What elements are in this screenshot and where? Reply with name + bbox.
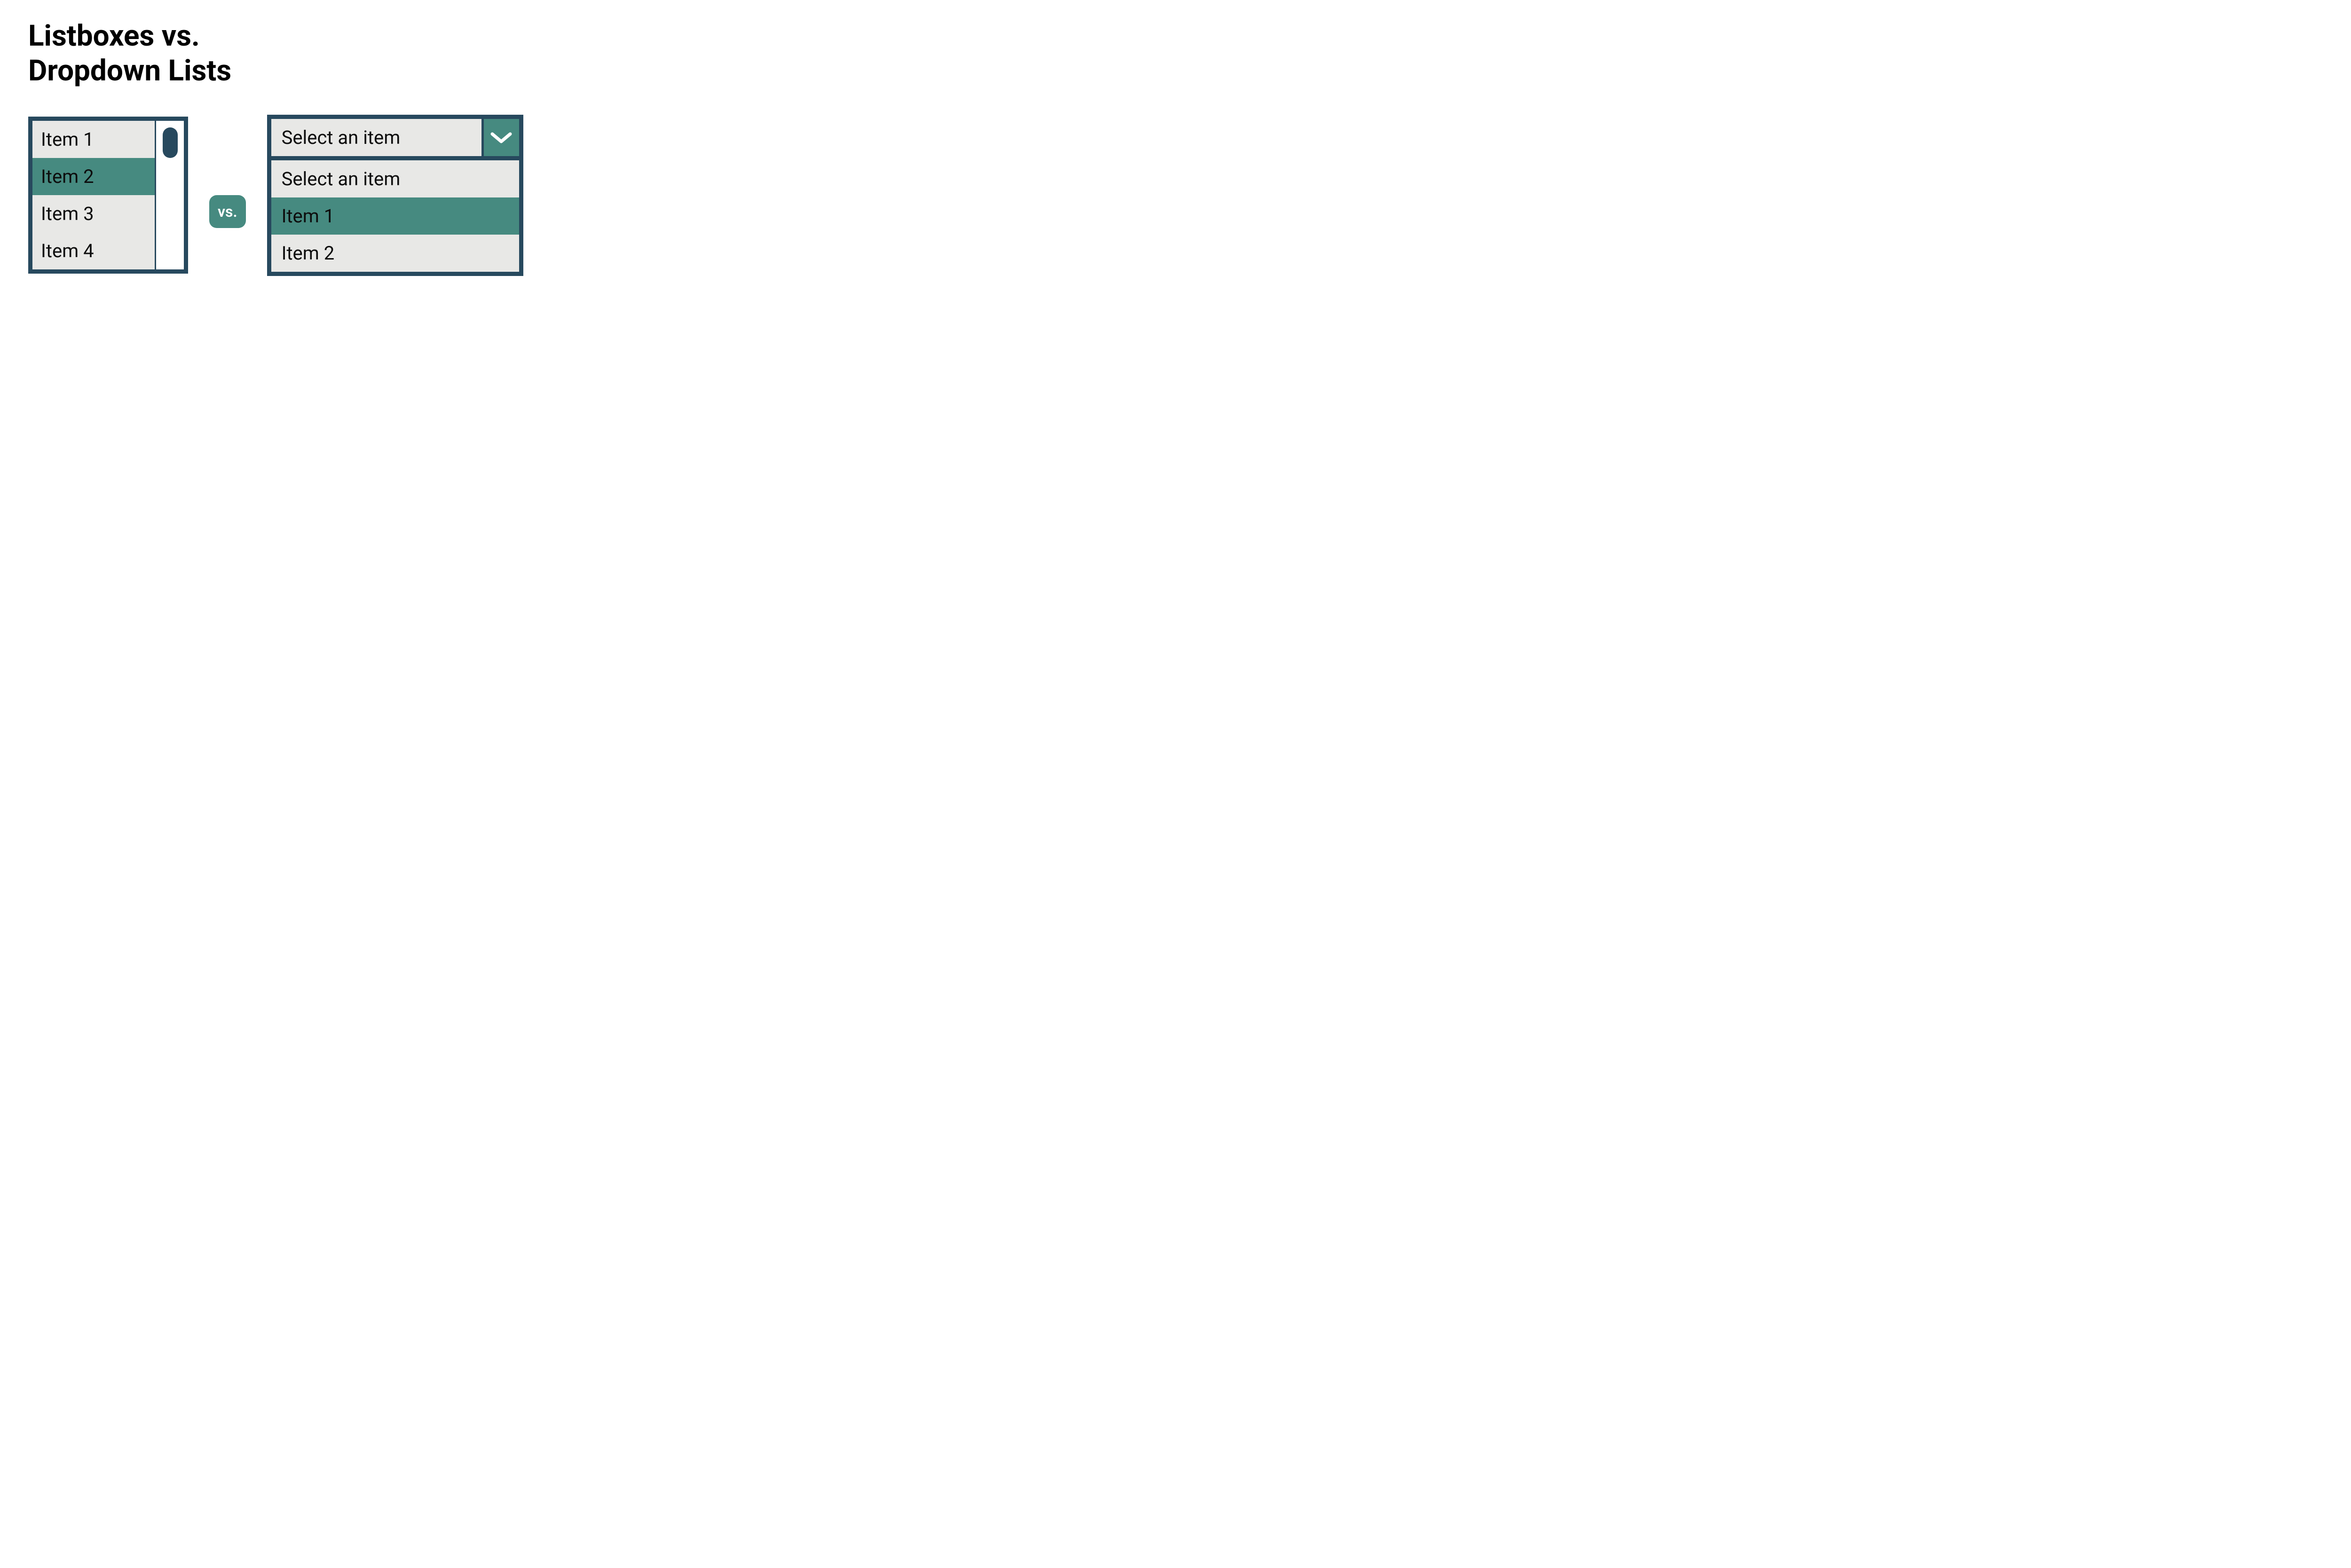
dropdown-option[interactable]: Item 2	[271, 235, 519, 272]
listbox-item[interactable]: Item 1	[32, 121, 155, 158]
dropdown-toggle-button[interactable]	[481, 119, 519, 156]
comparison-row: Item 1 Item 2 Item 3 Item 4 vs. Select a…	[28, 115, 677, 276]
scrollbar-track[interactable]	[155, 121, 184, 269]
title-line-1: Listboxes vs.	[28, 19, 200, 53]
dropdown-placeholder: Select an item	[271, 119, 481, 156]
dropdown: Select an item Select an item Item 1 Ite…	[267, 115, 523, 276]
dropdown-option[interactable]: Item 1	[271, 197, 519, 235]
title-line-2: Dropdown Lists	[28, 54, 231, 88]
listbox-items-container: Item 1 Item 2 Item 3 Item 4	[32, 121, 155, 269]
dropdown-header[interactable]: Select an item	[271, 119, 519, 160]
scrollbar-thumb[interactable]	[163, 127, 178, 158]
listbox-item[interactable]: Item 3	[32, 195, 155, 232]
listbox-item[interactable]: Item 2	[32, 158, 155, 195]
listbox-item[interactable]: Item 4	[32, 232, 155, 269]
listbox[interactable]: Item 1 Item 2 Item 3 Item 4	[28, 117, 188, 274]
dropdown-option[interactable]: Select an item	[271, 160, 519, 197]
page-title: Listboxes vs. Dropdown Lists	[28, 19, 677, 89]
chevron-down-icon	[489, 130, 513, 144]
vs-badge: vs.	[209, 195, 246, 228]
